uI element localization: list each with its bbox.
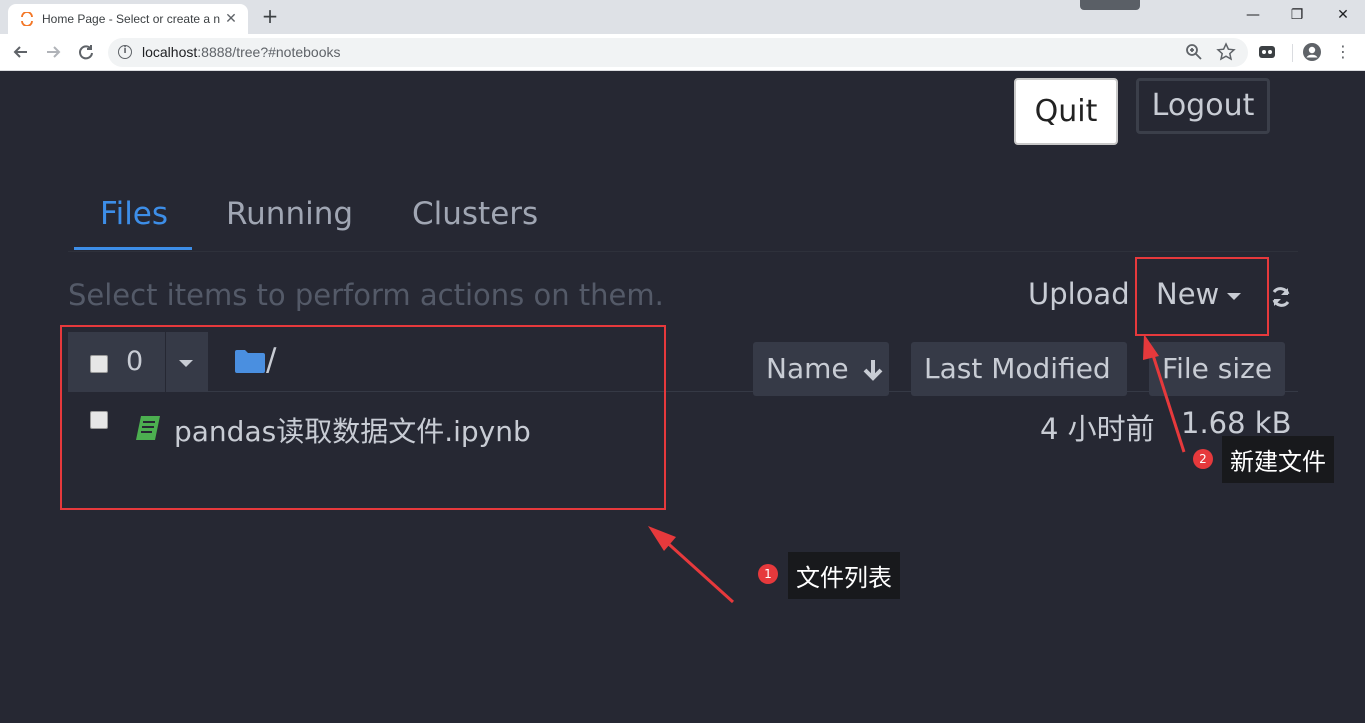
annotation-arrow-1-shaft bbox=[660, 536, 735, 604]
menu-dots-icon[interactable]: ⋮ bbox=[1334, 41, 1352, 63]
new-tab-icon[interactable]: + bbox=[258, 6, 282, 28]
profile-indicator bbox=[1080, 0, 1140, 10]
info-icon[interactable]: i bbox=[118, 45, 132, 59]
file-size: 1.68 kB bbox=[1181, 406, 1292, 440]
zoom-icon[interactable] bbox=[1184, 42, 1204, 62]
address-bar[interactable]: i localhost:8888/tree?#notebooks bbox=[108, 38, 1248, 67]
active-tab-underline bbox=[74, 247, 192, 250]
annotation-2-label: 新建文件 bbox=[1222, 436, 1334, 483]
notebook-tabs: Files Running Clusters bbox=[68, 190, 1298, 252]
tab-title: Home Page - Select or create a notebook bbox=[42, 12, 220, 26]
annotation-arrow-1-head bbox=[648, 526, 676, 551]
forward-arrow-icon[interactable] bbox=[42, 41, 64, 63]
browser-navbar: i localhost:8888/tree?#notebooks ⋮ bbox=[0, 34, 1365, 71]
upload-button[interactable]: Upload bbox=[1028, 277, 1130, 311]
file-modified: 4 小时前 bbox=[1040, 412, 1155, 446]
toolbar-separator bbox=[1292, 44, 1293, 62]
file-list-highlight-box bbox=[60, 325, 666, 510]
jupyter-favicon-icon bbox=[21, 12, 33, 26]
annotation-2-badge: 2 bbox=[1193, 449, 1213, 469]
browser-tabbar: Home Page - Select or create a notebook … bbox=[0, 0, 1365, 34]
url-path: :8888/tree?#notebooks bbox=[197, 44, 341, 60]
tab-clusters[interactable]: Clusters bbox=[412, 196, 538, 232]
back-arrow-icon[interactable] bbox=[10, 41, 32, 63]
url-text: localhost:8888/tree?#notebooks bbox=[142, 44, 341, 60]
window-close-icon[interactable]: ✕ bbox=[1328, 4, 1358, 26]
minimize-icon[interactable]: — bbox=[1238, 4, 1268, 26]
annotation-1-badge: 1 bbox=[758, 564, 778, 584]
reload-icon[interactable] bbox=[75, 41, 97, 63]
quit-button[interactable]: Quit bbox=[1014, 78, 1118, 145]
restore-icon[interactable]: ❐ bbox=[1282, 4, 1312, 26]
sort-by-modified-button[interactable]: Last Modified bbox=[911, 342, 1127, 396]
extension-icon[interactable] bbox=[1258, 43, 1276, 61]
selection-hint: Select items to perform actions on them. bbox=[68, 278, 664, 312]
tab-running[interactable]: Running bbox=[226, 196, 353, 232]
logout-button[interactable]: Logout bbox=[1136, 78, 1270, 134]
browser-tab[interactable]: Home Page - Select or create a notebook … bbox=[8, 4, 248, 34]
sort-by-name-button[interactable]: Name bbox=[753, 342, 889, 396]
url-host: localhost bbox=[142, 44, 198, 60]
profile-icon[interactable] bbox=[1302, 42, 1322, 62]
new-button-highlight-box bbox=[1135, 257, 1269, 336]
tab-close-icon[interactable]: ✕ bbox=[222, 10, 240, 28]
refresh-icon[interactable] bbox=[1268, 284, 1294, 310]
sort-by-size-button[interactable]: File size bbox=[1149, 342, 1285, 396]
annotation-1-label: 文件列表 bbox=[788, 552, 900, 599]
star-icon[interactable] bbox=[1216, 42, 1236, 62]
arrow-down-icon bbox=[863, 360, 882, 381]
sort-name-label: Name bbox=[766, 352, 849, 385]
tab-files[interactable]: Files bbox=[100, 196, 168, 232]
